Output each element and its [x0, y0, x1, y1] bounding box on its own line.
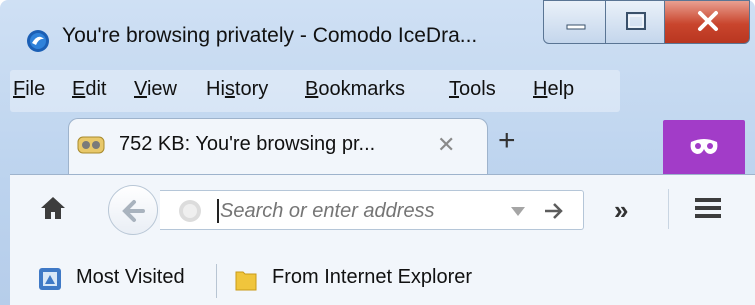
- back-arrow-icon: [122, 200, 145, 222]
- close-window-button[interactable]: [664, 0, 750, 44]
- navbar-separator: [668, 189, 669, 229]
- private-browsing-indicator: [663, 120, 745, 174]
- bookmark-from-ie[interactable]: From Internet Explorer: [272, 266, 472, 289]
- menu-tools[interactable]: Tools: [449, 78, 496, 101]
- menu-edit[interactable]: Edit: [72, 78, 106, 101]
- search-input[interactable]: [218, 195, 502, 227]
- bookmark-separator: [216, 264, 217, 298]
- tab-close-icon[interactable]: ✕: [437, 132, 455, 158]
- folder-icon: [235, 271, 257, 291]
- history-dropdown-icon[interactable]: [508, 201, 528, 221]
- private-mask-favicon-icon: [77, 136, 105, 154]
- browser-window: You're browsing privately - Comodo IceDr…: [0, 0, 755, 305]
- menu-help[interactable]: Help: [533, 78, 574, 101]
- globe-icon: [179, 200, 201, 222]
- bookmark-most-visited[interactable]: Most Visited: [76, 266, 185, 289]
- minimize-icon: [566, 24, 586, 30]
- maximize-icon: [626, 12, 646, 30]
- tab-active[interactable]: 752 KB: You're browsing pr... ✕: [68, 118, 488, 174]
- navigation-bar: »: [10, 174, 755, 254]
- minimize-button[interactable]: [543, 0, 606, 44]
- go-arrow-icon[interactable]: [542, 199, 566, 223]
- back-button[interactable]: [108, 185, 158, 235]
- menu-bookmarks[interactable]: Bookmarks: [305, 78, 405, 101]
- tab-title: 752 KB: You're browsing pr...: [119, 133, 376, 155]
- menu-file[interactable]: File: [13, 78, 45, 101]
- bookmark-folder-icon: [39, 268, 61, 290]
- icedragon-logo-icon: [27, 30, 49, 52]
- tab-strip: 752 KB: You're browsing pr... ✕ +: [10, 112, 755, 174]
- hamburger-menu-icon[interactable]: [693, 195, 723, 221]
- menu-history[interactable]: History: [206, 78, 268, 101]
- title-bar[interactable]: You're browsing privately - Comodo IceDr…: [0, 0, 755, 70]
- close-icon: [698, 11, 718, 31]
- maximize-button[interactable]: [605, 0, 665, 44]
- private-mask-icon: [690, 139, 718, 154]
- menu-bar: File Edit View History Bookmarks Tools H…: [10, 70, 620, 112]
- address-bar[interactable]: [160, 190, 584, 230]
- overflow-chevron-button[interactable]: »: [614, 195, 628, 226]
- window-title: You're browsing privately - Comodo IceDr…: [62, 24, 478, 47]
- bookmarks-toolbar: Most Visited From Internet Explorer: [10, 254, 755, 305]
- new-tab-button[interactable]: +: [498, 126, 516, 156]
- menu-view[interactable]: View: [134, 78, 177, 101]
- home-icon[interactable]: [40, 195, 66, 221]
